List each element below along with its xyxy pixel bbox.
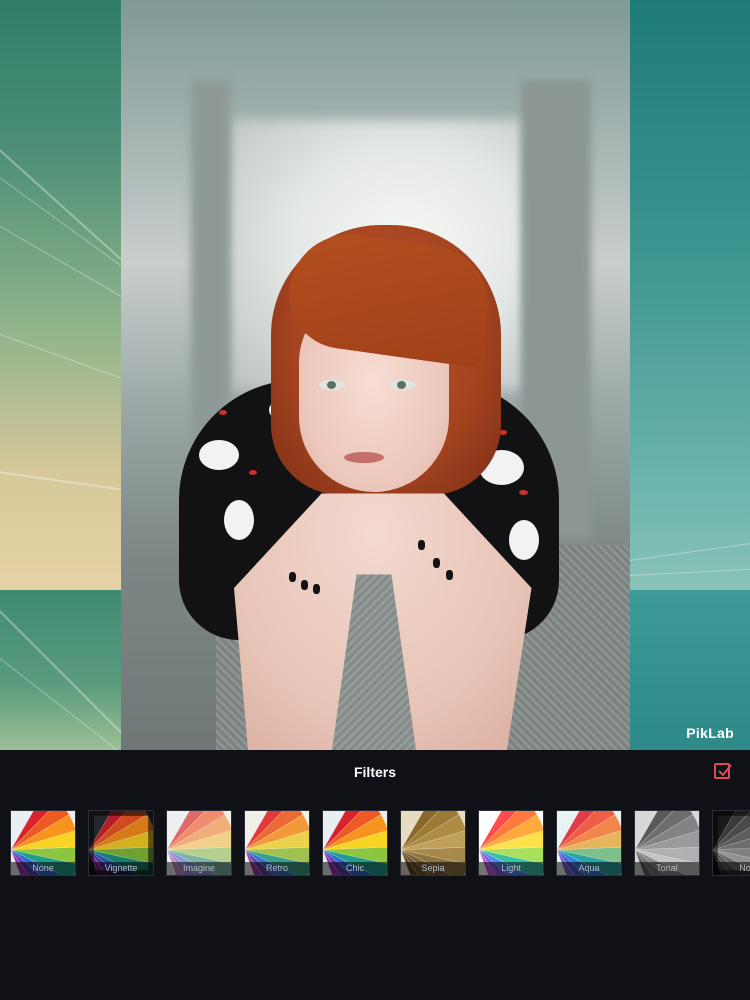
- background-left-top: [0, 0, 121, 590]
- filter-vignette[interactable]: Vignette: [88, 810, 154, 876]
- filter-label: Chic: [323, 862, 387, 875]
- filter-noir[interactable]: No: [712, 810, 750, 876]
- filter-label: Tonal: [635, 862, 699, 875]
- filter-imagine[interactable]: Imagine: [166, 810, 232, 876]
- filter-label: Retro: [245, 862, 309, 875]
- filter-light[interactable]: Light: [478, 810, 544, 876]
- edited-photo[interactable]: [121, 0, 630, 750]
- filter-aqua[interactable]: Aqua: [556, 810, 622, 876]
- filter-strip[interactable]: None Vignette Imagine Retro Chic Sepia L…: [10, 810, 750, 880]
- background-right-top: [630, 0, 750, 590]
- filter-tonal[interactable]: Tonal: [634, 810, 700, 876]
- filter-label: No: [713, 862, 750, 875]
- piklab-watermark: PikLab: [686, 725, 734, 741]
- photo-canvas: PikLab: [0, 0, 750, 750]
- confirm-button[interactable]: [714, 763, 732, 779]
- filter-label: Aqua: [557, 862, 621, 875]
- filter-none[interactable]: None: [10, 810, 76, 876]
- background-left-bottom: [0, 590, 121, 750]
- filter-label: Sepia: [401, 862, 465, 875]
- filter-label: Vignette: [89, 862, 153, 875]
- filter-label: Light: [479, 862, 543, 875]
- filter-label: Imagine: [167, 862, 231, 875]
- filter-label: None: [11, 862, 75, 875]
- filter-chic[interactable]: Chic: [322, 810, 388, 876]
- filters-panel: Filters None Vignette Imagine Retro Chic: [0, 750, 750, 1000]
- filter-sepia[interactable]: Sepia: [400, 810, 466, 876]
- panel-title: Filters: [353, 764, 396, 780]
- filter-retro[interactable]: Retro: [244, 810, 310, 876]
